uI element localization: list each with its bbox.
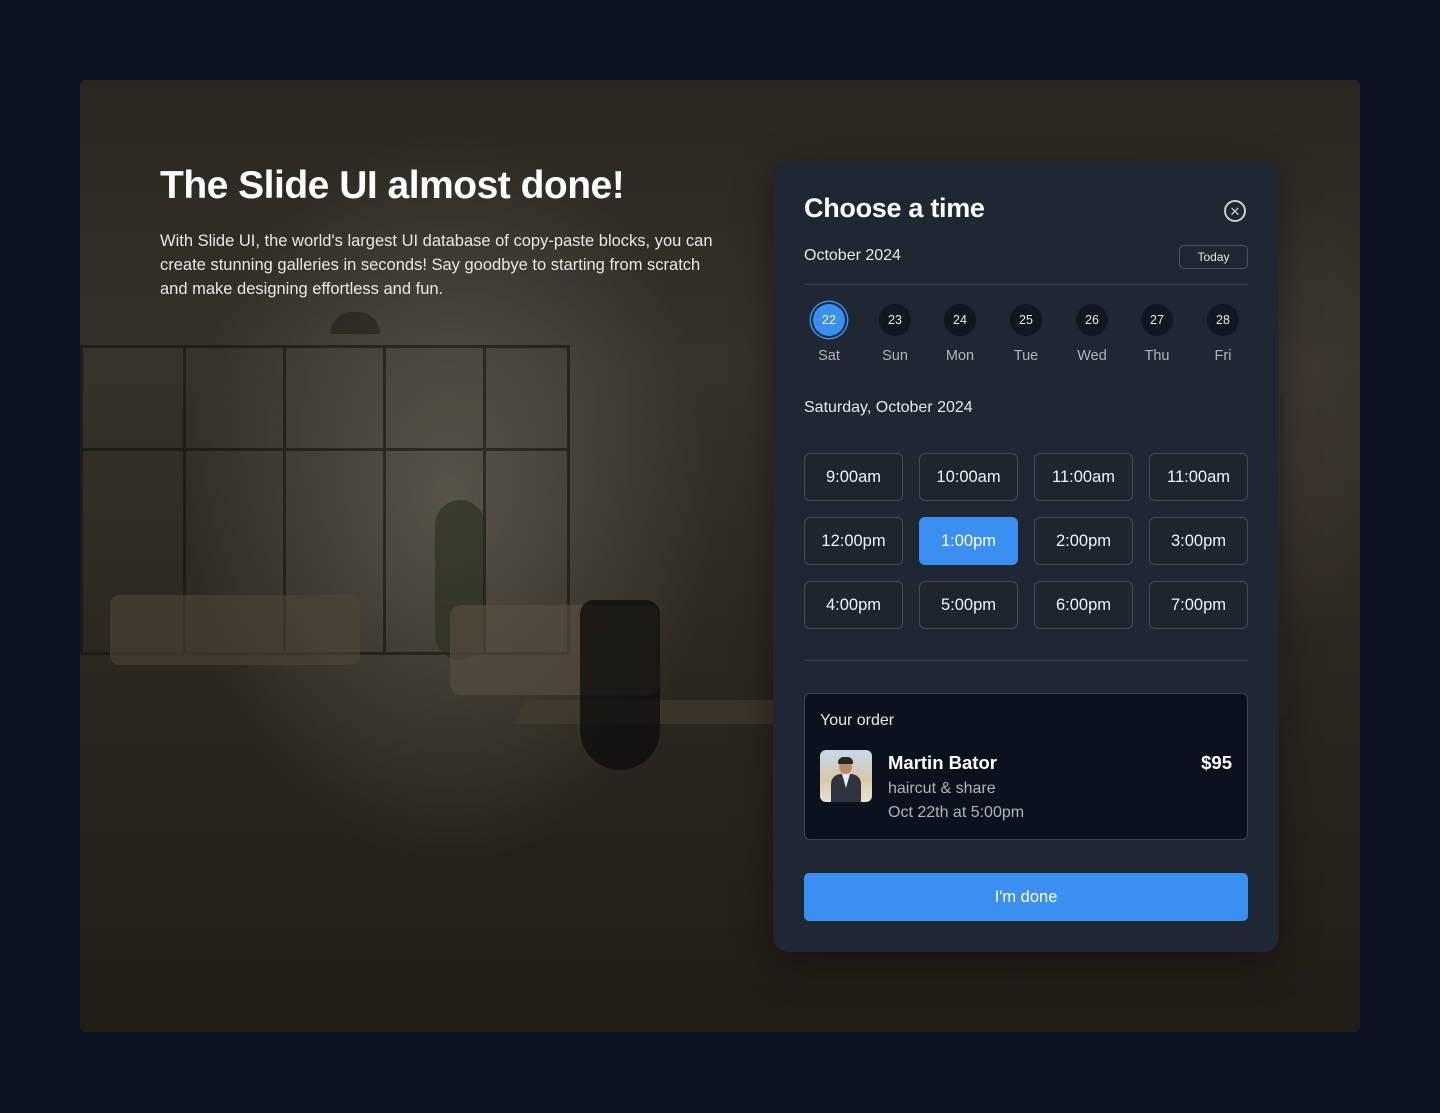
time-slot[interactable]: 2:00pm <box>1034 517 1133 565</box>
day-28[interactable]: 28 Fri <box>1198 301 1248 364</box>
day-label: Sat <box>818 348 840 364</box>
order-summary: Your order Martin Bator $95 haircut & sh… <box>804 693 1248 840</box>
month-label: October 2024 <box>804 247 901 264</box>
day-number: 24 <box>944 304 976 336</box>
divider <box>804 660 1248 661</box>
panel-title: Choose a time <box>804 193 985 223</box>
time-slot[interactable]: 11:00am <box>1034 453 1133 501</box>
time-slot[interactable]: 4:00pm <box>804 581 903 629</box>
time-slot[interactable]: 10:00am <box>919 453 1018 501</box>
time-slot[interactable]: 9:00am <box>804 453 903 501</box>
hero-title: The Slide UI almost done! <box>160 164 625 207</box>
day-25[interactable]: 25 Tue <box>1001 301 1051 364</box>
close-circle-icon[interactable]: ✕ <box>1224 200 1246 222</box>
booking-panel: Choose a time ✕ October 2024 Today 22 Sa… <box>773 161 1279 952</box>
avatar <box>820 750 872 802</box>
time-slot[interactable]: 7:00pm <box>1149 581 1248 629</box>
day-label: Tue <box>1013 348 1039 364</box>
day-label: Fri <box>1214 348 1232 364</box>
day-23[interactable]: 23 Sun <box>870 301 920 364</box>
time-slot[interactable]: 3:00pm <box>1149 517 1248 565</box>
time-slot[interactable]: 11:00am <box>1149 453 1248 501</box>
day-24[interactable]: 24 Mon <box>935 301 985 364</box>
day-22[interactable]: 22 Sat <box>804 301 854 364</box>
divider <box>804 284 1248 285</box>
time-slot[interactable]: 5:00pm <box>919 581 1018 629</box>
day-number: 27 <box>1141 304 1173 336</box>
today-button[interactable]: Today <box>1179 245 1248 269</box>
order-datetime: Oct 22th at 5:00pm <box>888 804 1025 821</box>
order-name: Martin Bator <box>888 752 997 773</box>
day-label: Mon <box>945 348 975 364</box>
time-slot-selected[interactable]: 1:00pm <box>919 517 1018 565</box>
day-27[interactable]: 27 Thu <box>1132 301 1182 364</box>
day-picker: 22 Sat 23 Sun 24 Mon 25 Tue 26 Wed 27 Th… <box>804 301 1248 367</box>
selected-date-heading: Saturday, October 2024 <box>804 399 973 416</box>
day-number: 28 <box>1207 304 1239 336</box>
day-label: Wed <box>1077 348 1107 364</box>
day-number: 25 <box>1010 304 1042 336</box>
day-label: Sun <box>882 348 908 364</box>
time-slot[interactable]: 12:00pm <box>804 517 903 565</box>
day-number: 22 <box>813 304 845 336</box>
order-service: haircut & share <box>888 780 996 797</box>
day-number: 26 <box>1076 304 1108 336</box>
hero-description: With Slide UI, the world's largest UI da… <box>160 232 713 298</box>
order-label: Your order <box>820 712 895 729</box>
hero-text: The Slide UI almost done! With Slide UI,… <box>160 163 720 301</box>
done-button[interactable]: I'm done <box>804 873 1248 921</box>
day-number: 23 <box>879 304 911 336</box>
time-slot[interactable]: 6:00pm <box>1034 581 1133 629</box>
day-label: Thu <box>1144 348 1170 364</box>
day-26[interactable]: 26 Wed <box>1067 301 1117 364</box>
order-price: $95 <box>1201 752 1232 773</box>
